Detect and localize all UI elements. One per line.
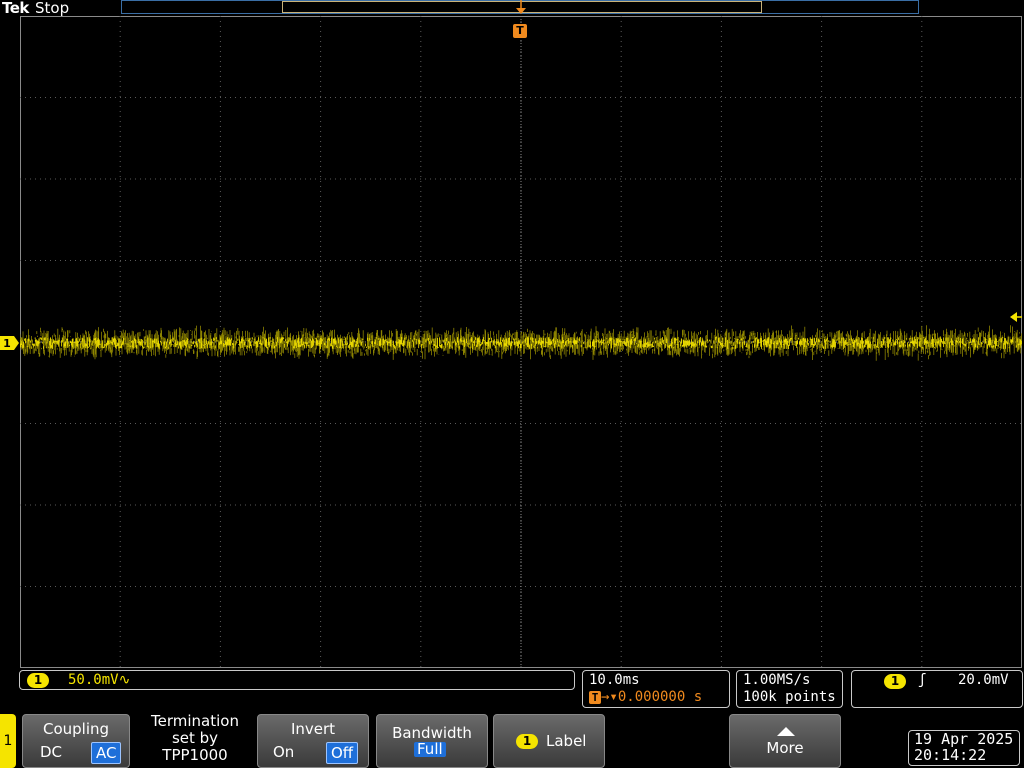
termination-line2: set by <box>171 729 219 747</box>
termination-info: Termination set by TPP1000 <box>136 713 254 764</box>
label-channel-badge: 1 <box>516 734 538 749</box>
trigger-level: 20.0mV <box>958 672 1009 688</box>
more-title: More <box>766 739 804 757</box>
arrow-icon: →▾ <box>601 689 618 705</box>
invert-on-option[interactable]: On <box>269 742 298 762</box>
trigger-level-icon[interactable] <box>1008 311 1022 323</box>
brand-logo: Tek <box>2 0 29 17</box>
label-button[interactable]: 1 Label <box>493 714 605 768</box>
trigger-readout[interactable]: 1 ʃ 20.0mV <box>851 670 1023 708</box>
svg-text:1: 1 <box>3 337 11 350</box>
date-time-display: 19 Apr 2025 20:14:22 <box>908 730 1020 766</box>
coupling-dc-option[interactable]: DC <box>36 742 66 762</box>
trigger-point-marker: T <box>513 24 527 38</box>
trigger-delay-icon: T <box>589 691 601 704</box>
trigger-delay-value: 0.000000 s <box>617 689 703 705</box>
channel-readout[interactable]: 1 50.0mV∿ <box>19 670 575 690</box>
bandwidth-value: Full <box>414 742 446 757</box>
channel-1-menu-tab[interactable]: 1 <box>0 714 16 768</box>
sample-rate: 1.00MS/s <box>743 672 811 688</box>
termination-line1: Termination <box>151 712 239 730</box>
timebase-readout[interactable]: 10.0ms T →▾0.000000 s <box>582 670 730 708</box>
trigger-source-badge: 1 <box>884 674 906 689</box>
channel-badge: 1 <box>27 673 49 688</box>
trigger-delay: T →▾0.000000 s <box>589 689 702 705</box>
more-button[interactable]: More <box>729 714 841 768</box>
rising-edge-icon: ʃ <box>918 672 927 688</box>
bandwidth-button[interactable]: Bandwidth Full <box>376 714 488 768</box>
coupling-ac-option[interactable]: AC <box>91 742 122 764</box>
termination-line3: TPP1000 <box>162 746 228 764</box>
date: 19 Apr 2025 <box>914 730 1014 748</box>
coupling-button[interactable]: Coupling DC AC <box>22 714 130 768</box>
channel-1-ground-marker[interactable]: 1 <box>0 335 20 351</box>
invert-button[interactable]: Invert On Off <box>257 714 369 768</box>
acquisition-state: Stop <box>35 0 70 17</box>
horizontal-scale: 10.0ms <box>589 672 640 688</box>
record-length: 100k points <box>743 689 836 705</box>
chevron-up-icon <box>777 727 795 736</box>
invert-off-option[interactable]: Off <box>326 742 359 764</box>
acquisition-readout[interactable]: 1.00MS/s 100k points <box>736 670 843 708</box>
vertical-scale: 50.0mV∿ <box>68 672 131 688</box>
waveform-graticule[interactable] <box>20 16 1022 668</box>
invert-title: Invert <box>290 720 336 738</box>
coupling-title: Coupling <box>42 720 110 738</box>
time: 20:14:22 <box>914 746 987 764</box>
label-title: Label <box>546 732 587 750</box>
